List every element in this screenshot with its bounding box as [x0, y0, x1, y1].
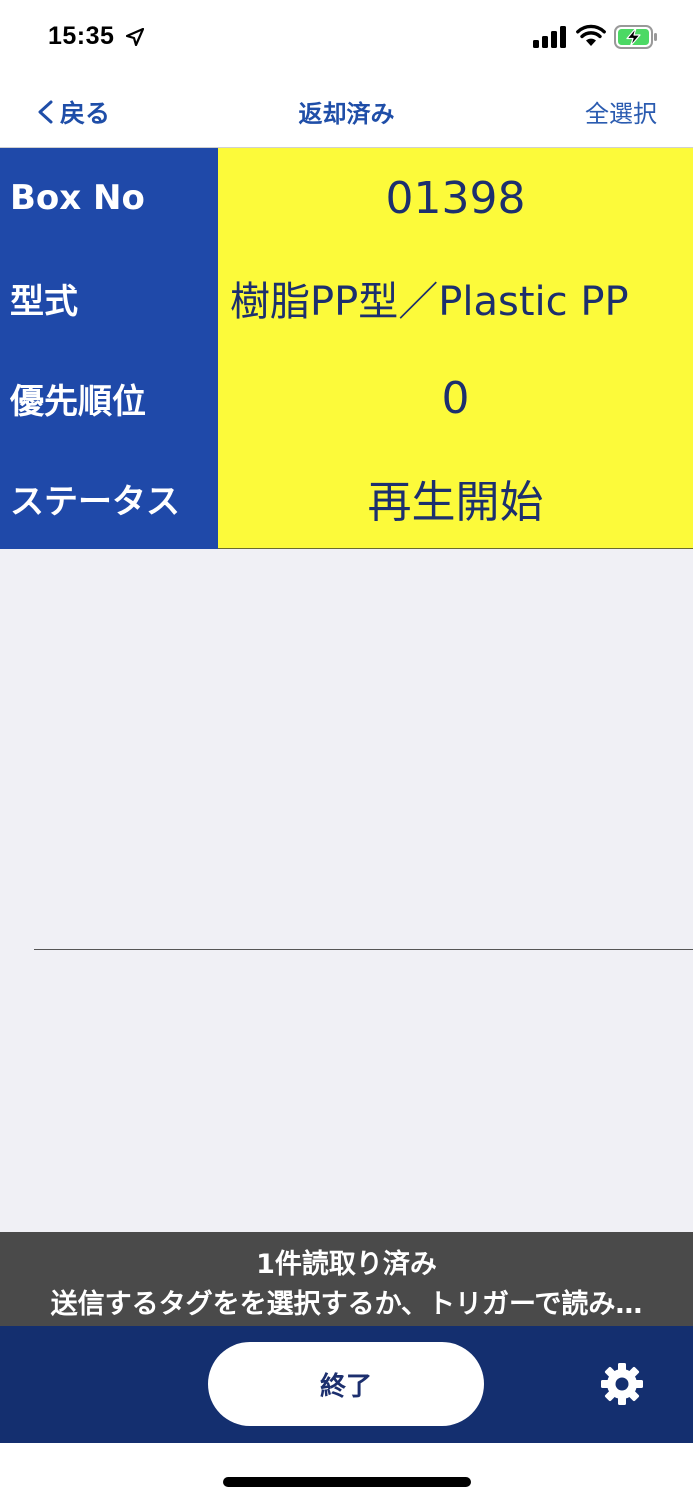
home-area: [0, 1443, 693, 1500]
instruction-message: 送信するタグをを選択するか、トリガーで読み…: [50, 1289, 643, 1320]
box-no-value: 01398: [385, 172, 526, 224]
navigation-bar: 戻る 返却済み 全選択: [0, 78, 693, 148]
gear-icon[interactable]: [600, 1362, 644, 1406]
info-labels-column: Box No 型式 優先順位 ステータス: [0, 148, 218, 549]
box-no-label: Box No: [10, 178, 145, 218]
cellular-signal-icon: [533, 26, 566, 48]
bottom-toolbar: 終了: [0, 1326, 693, 1443]
model-label: 型式: [10, 281, 78, 322]
home-indicator[interactable]: [223, 1477, 471, 1487]
battery-charging-icon: [614, 25, 657, 49]
box-info-panel[interactable]: Box No 型式 優先順位 ステータス 01398 樹脂PP型／Plastic…: [0, 148, 693, 549]
status-bar: 15:35: [0, 0, 693, 78]
message-banner: 1件読取り済み 送信するタグをを選択するか、トリガーで読み…: [0, 1232, 693, 1326]
status-value: 再生開始: [367, 477, 544, 528]
priority-label: 優先順位: [10, 381, 146, 422]
list-divider: [34, 949, 693, 950]
status-time: 15:35: [48, 22, 115, 50]
read-count-message: 1件読取り済み: [256, 1249, 437, 1280]
location-arrow-icon: [126, 28, 144, 46]
status-label: ステータス: [10, 481, 180, 522]
wifi-icon: [576, 24, 606, 46]
info-values-column: 01398 樹脂PP型／Plastic PP 0 再生開始: [218, 148, 693, 549]
tag-list[interactable]: [0, 549, 693, 1232]
model-value: 樹脂PP型／Plastic PP: [230, 279, 629, 325]
end-button[interactable]: 終了: [208, 1342, 484, 1426]
priority-value: 0: [441, 372, 470, 424]
screen: 15:35 戻る 返却済み 全選択 Box No 型式 優先順位 ステータス 0…: [0, 0, 693, 1500]
select-all-button[interactable]: 全選択: [585, 94, 657, 129]
